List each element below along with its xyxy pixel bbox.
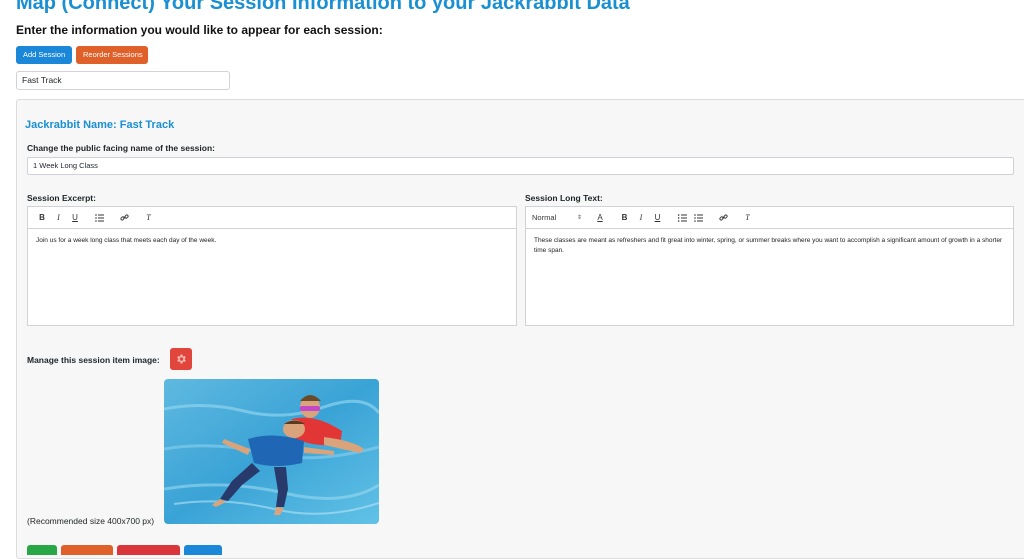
link-icon[interactable] bbox=[715, 211, 731, 225]
excerpt-toolbar: B I U T bbox=[28, 207, 516, 229]
ordered-list-icon[interactable] bbox=[674, 211, 690, 225]
bottom-action-button-2[interactable] bbox=[61, 545, 113, 555]
session-tab-fast-track[interactable]: Fast Track bbox=[16, 71, 230, 90]
chevron-updown-icon: ⇕ bbox=[576, 215, 582, 221]
public-name-input[interactable]: 1 Week Long Class bbox=[27, 157, 1014, 175]
excerpt-text[interactable]: Join us for a week long class that meets… bbox=[28, 229, 516, 253]
underline-button[interactable]: U bbox=[67, 211, 83, 225]
page-title: Map (Connect) Your Session Information t… bbox=[16, 0, 630, 14]
session-long-text-editor: Normal ⇕ A B I U T These classes are mea… bbox=[525, 206, 1014, 326]
manage-image-button[interactable] bbox=[170, 348, 192, 370]
bullet-list-icon[interactable] bbox=[691, 211, 707, 225]
instructions-text: Enter the information you would like to … bbox=[16, 23, 383, 37]
session-image-preview bbox=[164, 379, 379, 524]
session-excerpt-editor: B I U T Join us for a week long class th… bbox=[27, 206, 517, 326]
bold-button[interactable]: B bbox=[617, 211, 633, 225]
public-name-label: Change the public facing name of the ses… bbox=[27, 143, 215, 153]
reorder-sessions-button[interactable]: Reorder Sessions bbox=[76, 46, 148, 64]
gear-icon bbox=[177, 354, 186, 364]
jackrabbit-name-heading: Jackrabbit Name: Fast Track bbox=[25, 119, 175, 131]
long-text-toolbar: Normal ⇕ A B I U T bbox=[526, 207, 1013, 229]
manage-image-label: Manage this session item image: bbox=[27, 355, 160, 365]
link-icon[interactable] bbox=[116, 211, 132, 225]
format-select[interactable]: Normal ⇕ bbox=[532, 211, 582, 225]
format-select-value: Normal bbox=[532, 213, 557, 222]
bottom-action-button-4[interactable] bbox=[184, 545, 222, 555]
session-excerpt-label: Session Excerpt: bbox=[27, 193, 96, 203]
underline-button[interactable]: U bbox=[650, 211, 666, 225]
clear-format-icon[interactable]: T bbox=[141, 211, 157, 225]
add-session-button[interactable]: Add Session bbox=[16, 46, 72, 64]
italic-button[interactable]: I bbox=[51, 211, 67, 225]
clear-format-icon[interactable]: T bbox=[740, 211, 756, 225]
bottom-action-button-1[interactable] bbox=[27, 545, 57, 555]
bottom-action-button-3[interactable] bbox=[117, 545, 180, 555]
session-long-text-label: Session Long Text: bbox=[525, 193, 603, 203]
bold-button[interactable]: B bbox=[34, 211, 50, 225]
long-text-content[interactable]: These classes are meant as refreshers an… bbox=[526, 229, 1013, 263]
bullet-list-icon[interactable] bbox=[92, 211, 108, 225]
italic-button[interactable]: I bbox=[633, 211, 649, 225]
recommended-size-note: (Recommended size 400x700 px) bbox=[27, 516, 155, 526]
font-color-button[interactable]: A bbox=[592, 211, 608, 225]
